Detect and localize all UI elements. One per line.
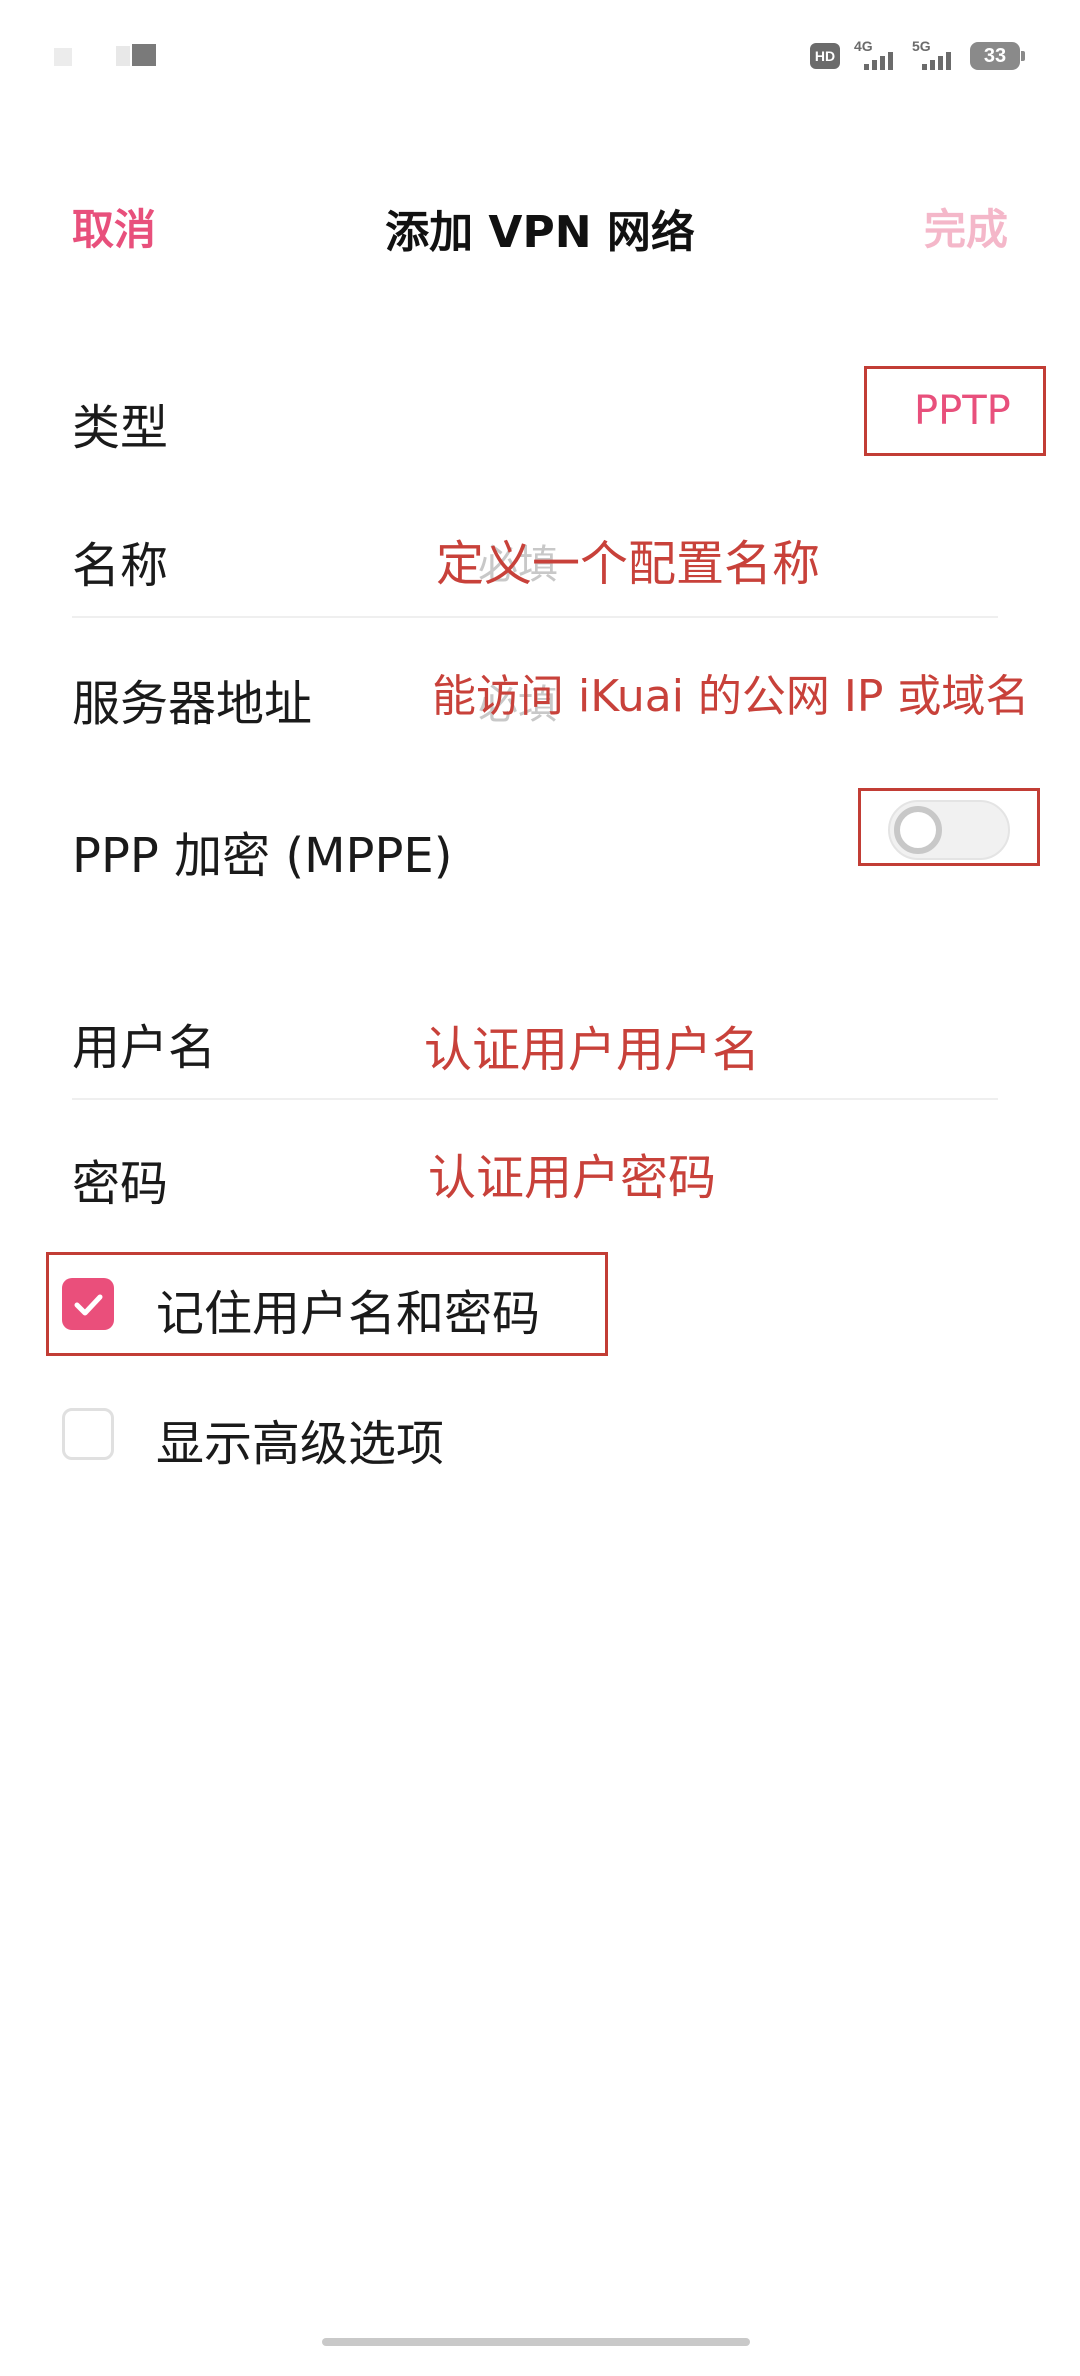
remember-checkbox[interactable] — [62, 1278, 114, 1330]
type-selector[interactable]: PPTP — [864, 366, 1046, 456]
type-label: 类型 — [72, 400, 169, 456]
divider — [72, 616, 998, 618]
username-input[interactable]: 认证用户用户名 — [424, 1010, 760, 1080]
password-input[interactable]: 认证用户密码 — [428, 1138, 716, 1208]
ppp-encryption-label: PPP 加密 (MPPE) — [72, 828, 453, 884]
home-indicator[interactable] — [322, 2338, 750, 2346]
server-annotation: 能访问 iKuai 的公网 IP 或域名 — [432, 671, 1030, 722]
advanced-options-label[interactable]: 显示高级选项 — [156, 1404, 444, 1474]
name-annotation: 定义一个配置名称 — [436, 536, 821, 592]
battery-icon: 33 — [970, 42, 1025, 70]
notification-icon — [116, 46, 130, 66]
name-label: 名称 — [72, 538, 169, 594]
status-bar-right: HD 4G 5G 33 — [810, 38, 1025, 74]
server-label: 服务器地址 — [72, 676, 313, 732]
divider — [72, 1098, 998, 1100]
check-icon — [74, 1294, 103, 1316]
signal-4g-icon: 4G — [854, 38, 898, 72]
username-label: 用户名 — [72, 1020, 217, 1076]
signal-5g-icon: 5G — [912, 38, 956, 72]
ppp-encryption-toggle[interactable] — [888, 800, 1010, 860]
password-label: 密码 — [72, 1156, 169, 1212]
cancel-button[interactable]: 取消 — [72, 196, 156, 257]
remember-label[interactable]: 记住用户名和密码 — [156, 1274, 540, 1344]
advanced-options-checkbox[interactable] — [62, 1408, 114, 1460]
notification-icon — [132, 44, 156, 66]
done-button[interactable]: 完成 — [924, 196, 1008, 257]
type-value: PPTP — [914, 388, 1011, 434]
page-title: 添加 VPN 网络 — [385, 207, 695, 258]
notification-icon — [54, 48, 72, 66]
hd-voice-icon: HD — [810, 43, 840, 69]
toggle-knob — [894, 806, 942, 854]
